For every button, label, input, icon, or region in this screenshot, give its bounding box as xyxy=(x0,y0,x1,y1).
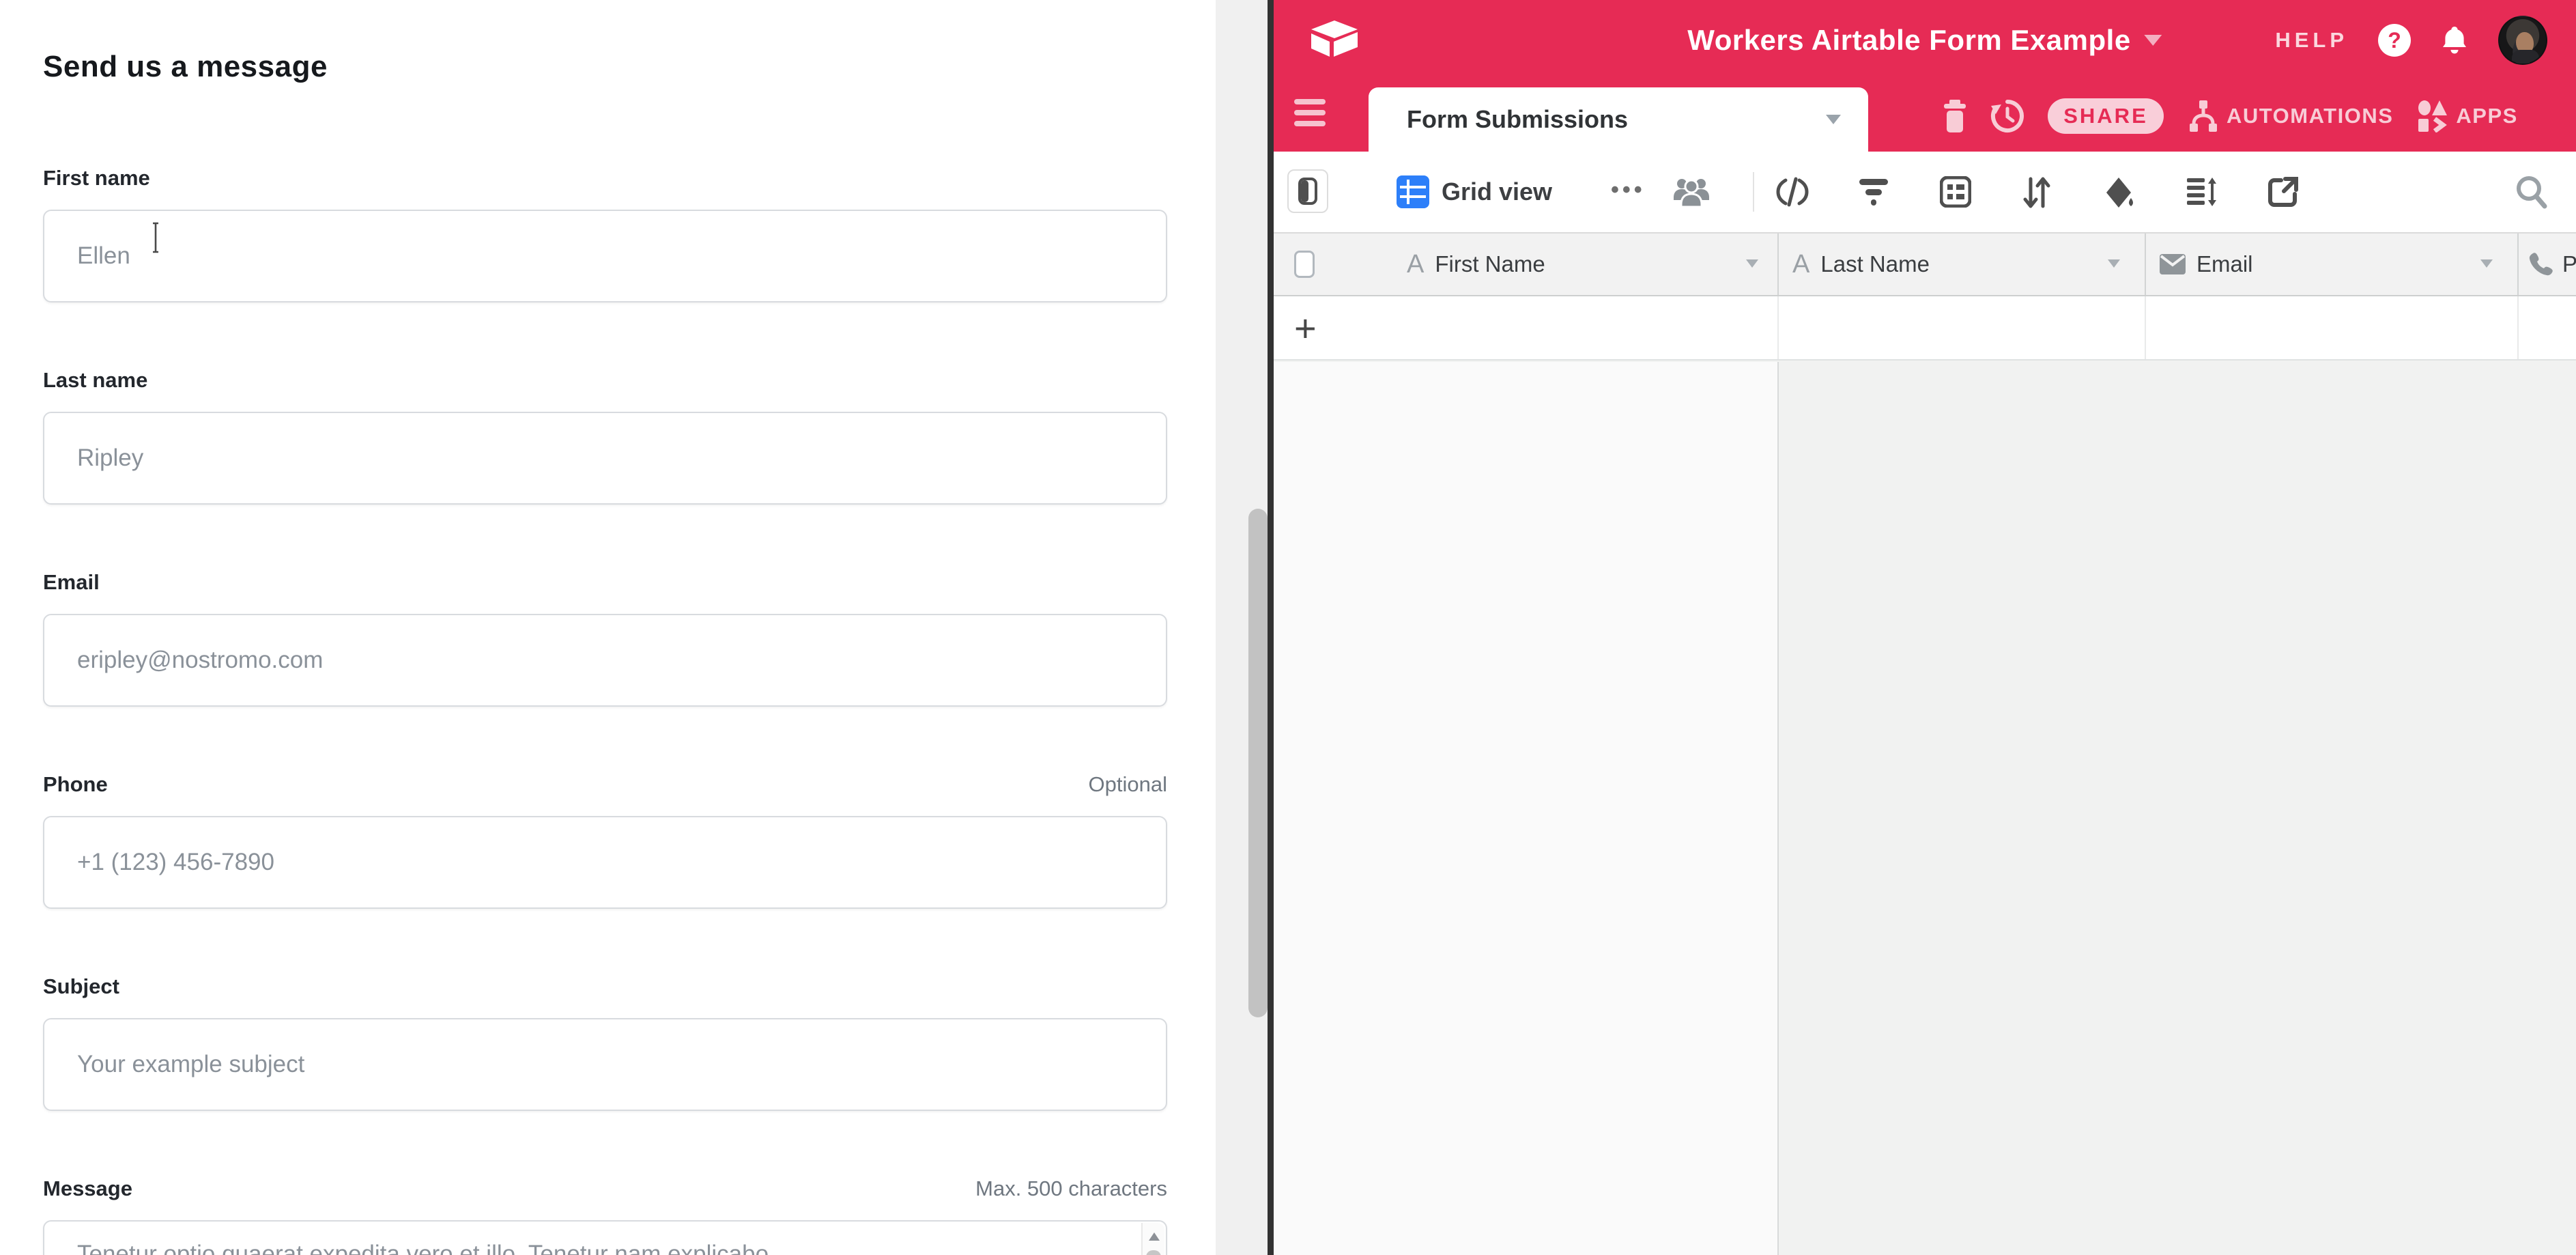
collaborators-icon[interactable] xyxy=(1672,174,1711,208)
screen: Send us a message First name Ellen Last … xyxy=(0,0,2576,1255)
email-field-type-icon xyxy=(2160,254,2186,274)
page-scrollbar-thumb[interactable] xyxy=(1248,509,1268,1017)
column-caret-icon[interactable] xyxy=(2108,259,2120,268)
column-header-phone[interactable]: Phone xyxy=(2517,234,2576,295)
toolbar-divider xyxy=(1753,172,1754,212)
column-divider xyxy=(1777,296,1779,359)
text-cursor-icon xyxy=(151,222,160,253)
base-title[interactable]: Workers Airtable Form Example xyxy=(1687,24,2130,57)
text-field-type-icon: A xyxy=(1407,250,1424,279)
automations-icon xyxy=(2187,99,2218,133)
email-input[interactable]: eripley@nostromo.com xyxy=(43,614,1167,707)
subject-label: Subject xyxy=(43,973,119,1000)
airtable-logo-icon[interactable] xyxy=(1311,20,1358,57)
message-maxchars-note: Max. 500 characters xyxy=(975,1175,1167,1202)
scroll-up-arrow-icon[interactable] xyxy=(1149,1232,1160,1241)
column-name: Email xyxy=(2196,251,2253,277)
base-title-caret-icon[interactable] xyxy=(2145,35,2162,46)
field-email: Email eripley@nostromo.com xyxy=(43,569,1167,707)
last-name-label: Last name xyxy=(43,367,147,394)
apps-icon xyxy=(2416,100,2448,132)
column-name: Last Name xyxy=(1820,251,1930,277)
last-name-input[interactable]: Ripley xyxy=(43,412,1167,505)
grid-body-column-divider xyxy=(1777,362,1779,1255)
airtable-window: Workers Airtable Form Example HELP ? For… xyxy=(1274,0,2576,1255)
table-tab-label: Form Submissions xyxy=(1407,105,1826,134)
notifications-bell-icon[interactable] xyxy=(2441,25,2468,55)
view-options-ellipsis-button[interactable]: ••• xyxy=(1611,152,1646,228)
column-name: First Name xyxy=(1435,251,1545,277)
trash-icon[interactable] xyxy=(1943,100,1967,132)
textarea-scrollbar[interactable] xyxy=(1141,1223,1164,1255)
textarea-scroll-thumb[interactable] xyxy=(1146,1250,1161,1255)
row-height-icon[interactable] xyxy=(2186,176,2218,208)
filter-icon[interactable] xyxy=(1858,176,1889,208)
first-name-label: First name xyxy=(43,165,150,192)
subject-input[interactable]: Your example subject xyxy=(43,1018,1167,1111)
message-placeholder: Tenetur optio quaerat expedita vero et i… xyxy=(77,1241,769,1255)
column-caret-icon[interactable] xyxy=(1746,259,1758,268)
text-field-type-icon: A xyxy=(1792,250,1809,279)
column-header-last-name[interactable]: A Last Name xyxy=(1777,234,2145,295)
table-tab-form-submissions[interactable]: Form Submissions xyxy=(1369,87,1868,152)
apps-label: APPS xyxy=(2456,104,2517,128)
help-question-icon[interactable]: ? xyxy=(2378,24,2411,57)
grid-body-first-column xyxy=(1274,362,1777,1255)
form-title: Send us a message xyxy=(43,49,1167,85)
column-header-email[interactable]: Email xyxy=(2145,234,2517,295)
subject-placeholder: Your example subject xyxy=(77,1051,304,1078)
grid-view-icon[interactable] xyxy=(1397,175,1429,208)
color-icon[interactable] xyxy=(2104,176,2136,209)
hide-fields-icon[interactable] xyxy=(1776,176,1809,208)
hamburger-menu-icon[interactable] xyxy=(1294,99,1326,132)
phone-optional-note: Optional xyxy=(1089,771,1167,798)
field-last-name: Last name Ripley xyxy=(43,367,1167,505)
column-divider xyxy=(2145,296,2146,359)
add-record-row[interactable]: + xyxy=(1274,296,2576,361)
user-avatar[interactable] xyxy=(2498,16,2547,65)
first-name-input[interactable]: Ellen xyxy=(43,210,1167,302)
airtable-tabbar: Form Submissions xyxy=(1274,81,2576,152)
email-placeholder: eripley@nostromo.com xyxy=(77,647,323,674)
add-record-plus-button[interactable]: + xyxy=(1294,296,1317,359)
first-name-placeholder: Ellen xyxy=(77,242,130,270)
field-first-name: First name Ellen xyxy=(43,165,1167,302)
phone-label: Phone xyxy=(43,771,108,798)
window-edge-divider xyxy=(1268,0,1274,1255)
email-label: Email xyxy=(43,569,100,596)
share-button[interactable]: SHARE xyxy=(2048,98,2164,134)
apps-button[interactable]: APPS xyxy=(2416,100,2517,132)
view-toolbar: Grid view ••• xyxy=(1274,152,2576,232)
airtable-titlebar: Workers Airtable Form Example HELP ? xyxy=(1274,0,2576,81)
field-message: Message Max. 500 characters Tenetur opti… xyxy=(43,1175,1167,1255)
automations-label: AUTOMATIONS xyxy=(2227,104,2393,128)
group-icon[interactable] xyxy=(1940,176,1971,208)
automations-button[interactable]: AUTOMATIONS xyxy=(2187,99,2393,133)
contact-form-panel: Send us a message First name Ellen Last … xyxy=(0,0,1216,1255)
table-tab-caret-icon[interactable] xyxy=(1826,115,1841,124)
history-icon[interactable] xyxy=(1990,99,2024,133)
message-label: Message xyxy=(43,1175,132,1202)
last-name-placeholder: Ripley xyxy=(77,445,143,472)
phone-field-type-icon xyxy=(2528,252,2553,277)
sort-icon[interactable] xyxy=(2022,176,2052,209)
column-name: Phone xyxy=(2562,251,2576,277)
grid-header-row: A First Name A Last Name Email xyxy=(1274,232,2576,296)
field-phone: Phone Optional +1 (123) 456-7890 xyxy=(43,771,1167,909)
phone-placeholder: +1 (123) 456-7890 xyxy=(77,849,274,876)
field-subject: Subject Your example subject xyxy=(43,973,1167,1111)
column-caret-icon[interactable] xyxy=(2480,259,2493,268)
help-button[interactable]: HELP xyxy=(2275,28,2348,53)
view-sidebar-toggle-button[interactable] xyxy=(1287,169,1328,213)
share-view-icon[interactable] xyxy=(2267,176,2299,208)
view-name-label[interactable]: Grid view xyxy=(1442,152,1552,232)
column-header-first-name[interactable]: A First Name xyxy=(1274,234,1777,295)
select-all-checkbox[interactable] xyxy=(1294,251,1315,278)
search-icon[interactable] xyxy=(2515,174,2549,210)
message-textarea[interactable]: Tenetur optio quaerat expedita vero et i… xyxy=(43,1220,1167,1255)
column-divider xyxy=(2517,296,2519,359)
phone-input[interactable]: +1 (123) 456-7890 xyxy=(43,816,1167,909)
